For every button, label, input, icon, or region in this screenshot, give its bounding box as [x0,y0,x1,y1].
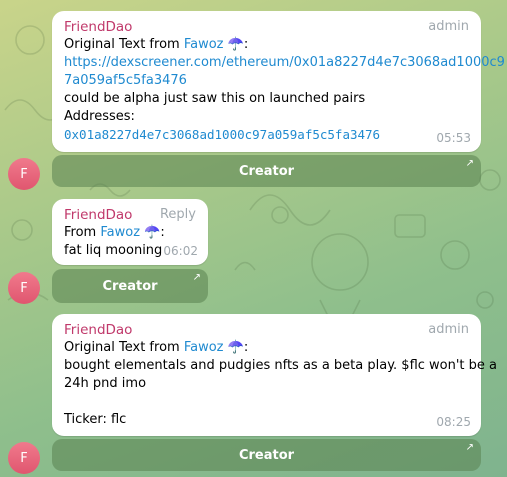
umbrella-icon: ☂️ [227,340,244,355]
colon: : [243,37,249,52]
creator-button[interactable]: Creator ↗ [52,269,208,303]
creator-button-label: Creator [238,447,295,463]
sender-name[interactable]: FriendDao [64,18,469,36]
message-bubble: FriendDao admin Original Text from Fawoz… [52,11,505,152]
avatar[interactable]: F [8,442,40,474]
addresses-label: Addresses: [64,109,135,124]
creator-button-label: Creator [102,278,158,294]
forward-author-link[interactable]: Fawoz [184,37,224,52]
forward-prefix: Original Text from [64,340,180,355]
avatar[interactable]: F [8,158,40,190]
address-code[interactable]: 0x01a8227d4e7c3068ad1000c97a059af5c5fa34… [64,126,469,144]
umbrella-icon: ☂️ [227,37,244,52]
message-text-cont: 24h pnd imo [64,376,147,391]
creator-button[interactable]: Creator ↗ [52,155,481,187]
forward-line: Original Text from Fawoz ☂️: [64,339,469,357]
reply-button[interactable]: Reply [160,206,196,224]
message-time: 05:53 [436,131,471,145]
admin-badge: admin [428,19,469,34]
link-line-1[interactable]: https://dexscreener.com/ethereum/0x01a82… [64,55,505,70]
creator-button[interactable]: Creator ↗ [52,439,481,471]
avatar[interactable]: F [8,272,40,304]
message-bubble: FriendDao Reply From Fawoz ☂️: fat liq m… [52,199,208,265]
umbrella-icon: ☂️ [144,225,161,240]
ticker-text: Ticker: flc [64,412,127,427]
message-time: 06:02 [163,244,198,258]
forward-line: From Fawoz ☂️: [64,224,196,242]
message-text: could be alpha just saw this on launched… [64,91,366,106]
avatar-letter: F [20,450,28,466]
forward-author-link[interactable]: Fawoz [184,340,224,355]
admin-badge: admin [428,322,469,337]
colon: : [160,225,165,240]
open-link-icon: ↗ [465,442,474,453]
forward-prefix: From [64,225,97,240]
open-link-icon: ↗ [465,158,474,169]
message-time: 08:25 [436,415,471,429]
creator-button-label: Creator [238,163,295,179]
dexscreener-link[interactable]: https://dexscreener.com/ethereum/0x01a82… [64,54,505,90]
message-bubble: FriendDao admin Original Text from Fawoz… [52,314,498,436]
link-line-2[interactable]: 7a059af5c5fa3476 [64,73,187,88]
avatar-letter: F [20,166,28,182]
forward-line: Original Text from Fawoz ☂️: [64,36,469,54]
message-text: bought elementals and pudgies nfts as a … [64,358,498,373]
forward-author-link[interactable]: Fawoz [100,225,140,240]
sender-name[interactable]: FriendDao [64,321,469,339]
avatar-letter: F [20,280,28,296]
forward-prefix: Original Text from [64,37,180,52]
colon: : [243,340,249,355]
open-link-icon: ↗ [192,272,201,283]
